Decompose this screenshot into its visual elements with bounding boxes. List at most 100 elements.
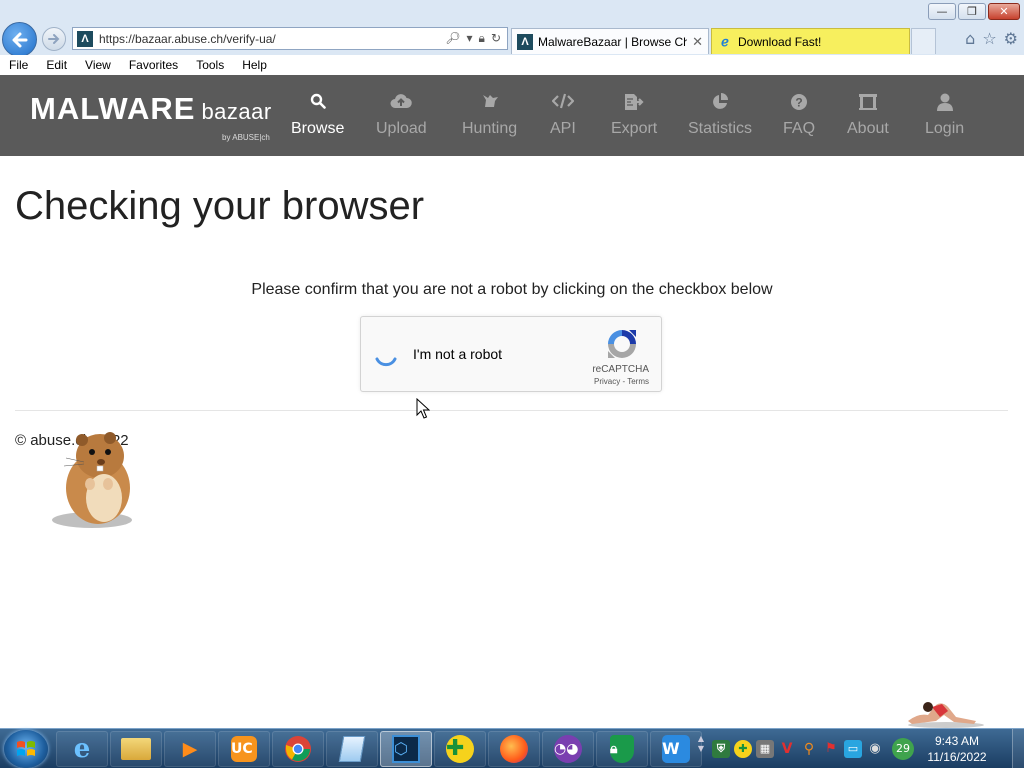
forward-button[interactable] — [42, 27, 66, 51]
hamster-mascot-icon[interactable] — [44, 426, 136, 530]
notification-badge[interactable]: 29 — [892, 738, 914, 760]
file-explorer-icon[interactable] — [110, 731, 162, 767]
plus-tray-icon[interactable]: ✚ — [734, 740, 752, 758]
logo-sub-text: bazaar — [201, 99, 272, 124]
logo-main-text: MALWARE — [30, 91, 196, 126]
nav-browse[interactable]: Browse — [291, 93, 344, 138]
network-tray-icon[interactable]: ▦ — [756, 740, 774, 758]
flag-tray-icon[interactable]: ⚑ — [822, 740, 840, 758]
logo-byline: by ABUSE|ch — [222, 133, 270, 142]
back-button[interactable] — [2, 22, 37, 57]
page-title: Checking your browser — [15, 184, 425, 228]
speaker-tray-icon[interactable]: ◉ — [866, 740, 884, 758]
user-icon — [925, 93, 964, 113]
nav-faq[interactable]: ? FAQ — [783, 93, 815, 138]
menu-view[interactable]: View — [76, 58, 120, 72]
menu-help[interactable]: Help — [233, 58, 276, 72]
media-player-icon[interactable]: ▶ — [164, 731, 216, 767]
security-shield-tray-icon[interactable]: ⛨ — [712, 740, 730, 758]
start-button[interactable] — [4, 730, 48, 768]
recaptcha-logo-icon — [608, 330, 636, 358]
shield-app-icon[interactable]: 🔒︎ — [596, 731, 648, 767]
nav-label: Upload — [376, 120, 427, 137]
minimize-button[interactable]: — — [928, 3, 956, 20]
firefox-icon[interactable] — [488, 731, 540, 767]
tab-download-fast[interactable]: ℯ Download Fast! — [711, 28, 910, 54]
chrome-icon[interactable] — [272, 731, 324, 767]
tab-favicon-icon: Λ — [517, 33, 533, 50]
recaptcha-privacy-terms-links[interactable]: Privacy - Terms — [594, 377, 649, 386]
plus-app-icon[interactable]: ✚ — [434, 731, 486, 767]
window-controls: — ❐ ✕ — [928, 3, 1020, 20]
magnifier-tray-icon[interactable]: ⚲ — [800, 740, 818, 758]
dropdown-icon[interactable]: ▾ — [467, 31, 473, 46]
uc-browser-icon[interactable]: UC — [218, 731, 270, 767]
recaptcha-label: I'm not a robot — [413, 346, 503, 362]
nav-statistics[interactable]: Statistics — [688, 93, 752, 138]
wps-office-icon[interactable]: W — [650, 731, 702, 767]
code-icon — [550, 93, 576, 113]
monitor-tray-icon[interactable]: ▭ — [844, 740, 862, 758]
loading-spinner-icon[interactable] — [373, 343, 399, 369]
tab-malwarebazaar[interactable]: Λ MalwareBazaar | Browse Ch... ✕ — [511, 28, 709, 54]
maximize-button[interactable]: ❐ — [958, 3, 986, 20]
tray-scroll-icon[interactable]: ▲ ▼ — [696, 734, 706, 764]
internet-explorer-icon[interactable]: e — [56, 731, 108, 767]
menu-tools[interactable]: Tools — [187, 58, 233, 72]
svg-text:?: ? — [795, 96, 802, 110]
recaptcha-brand: reCAPTCHA — [592, 364, 649, 375]
menu-favorites[interactable]: Favorites — [120, 58, 187, 72]
nav-login[interactable]: Login — [925, 93, 964, 138]
menu-bar: File Edit View Favorites Tools Help — [0, 55, 1024, 75]
nav-api[interactable]: API — [550, 93, 576, 138]
menu-edit[interactable]: Edit — [37, 58, 76, 72]
recaptcha-widget[interactable]: I'm not a robot reCAPTCHA Privacy - Term… — [360, 316, 662, 392]
robot-instruction-text: Please confirm that you are not a robot … — [251, 281, 773, 298]
taskbar-apps: e ▶ UC ⬡ ✚ ◔◕ 🔒︎ W — [56, 731, 702, 767]
v-tray-icon[interactable]: V — [778, 740, 796, 758]
building-icon — [847, 93, 889, 113]
runner-figure-icon — [908, 702, 984, 728]
mask-app-icon[interactable]: ◔◕ — [542, 731, 594, 767]
tab-close-icon[interactable]: ✕ — [692, 34, 703, 50]
system-clock[interactable]: 9:43 AM 11/16/2022 — [920, 733, 994, 765]
favorites-star-icon[interactable]: ☆ — [982, 29, 996, 48]
windows-taskbar: e ▶ UC ⬡ ✚ ◔◕ 🔒︎ W ▲ ▼ ⛨ ✚ ▦ V ⚲ ⚑ ▭ ◉ 29… — [0, 728, 1024, 768]
system-tray: ▲ ▼ ⛨ ✚ ▦ V ⚲ ⚑ ▭ ◉ 29 9:43 AM 11/16/2022 — [696, 729, 1024, 768]
new-tab-button[interactable] — [911, 28, 936, 54]
nav-hunting[interactable]: Hunting — [462, 93, 517, 138]
nav-label: About — [847, 120, 889, 137]
ie-favicon-icon: ℯ — [721, 33, 729, 49]
lock-icon[interactable]: 🔒︎ — [479, 31, 485, 46]
nav-label: Browse — [291, 120, 345, 137]
nav-label: Login — [925, 120, 965, 137]
search-icon[interactable]: 🔎︎ — [445, 31, 460, 46]
close-window-button[interactable]: ✕ — [988, 3, 1020, 20]
arrow-right-icon — [48, 34, 60, 44]
home-icon[interactable]: ⌂ — [965, 29, 975, 48]
menu-file[interactable]: File — [0, 58, 37, 72]
nav-about[interactable]: About — [847, 93, 889, 138]
clock-date: 11/16/2022 — [927, 750, 987, 764]
cube-app-icon[interactable]: ⬡ — [380, 731, 432, 767]
nav-upload[interactable]: Upload — [376, 93, 427, 138]
tab-label: Download Fast! — [738, 34, 822, 49]
footer-divider — [15, 410, 1008, 411]
pie-chart-icon — [688, 93, 752, 113]
site-logo[interactable]: MALWARE bazaar by ABUSE|ch — [30, 91, 272, 142]
show-desktop-button[interactable] — [1012, 729, 1024, 768]
refresh-icon[interactable]: ↻ — [491, 31, 501, 46]
export-icon — [611, 93, 657, 113]
nav-label: Statistics — [688, 120, 753, 137]
url-text[interactable]: https://bazaar.abuse.ch/verify-ua/ — [99, 32, 445, 46]
nav-label: FAQ — [783, 120, 816, 137]
site-favicon-icon: Λ — [77, 30, 93, 47]
notepad-icon[interactable] — [326, 731, 378, 767]
nav-export[interactable]: Export — [611, 93, 657, 138]
site-navbar: MALWARE bazaar by ABUSE|ch Browse Upload … — [0, 75, 1024, 156]
browser-chrome: — ❐ ✕ Λ https://bazaar.abuse.ch/verify-u… — [0, 0, 1024, 57]
search-icon — [291, 93, 344, 113]
hunting-icon — [462, 93, 517, 113]
address-bar[interactable]: Λ https://bazaar.abuse.ch/verify-ua/ 🔎︎ … — [72, 27, 508, 50]
settings-gear-icon[interactable]: ⚙ — [1004, 29, 1018, 48]
